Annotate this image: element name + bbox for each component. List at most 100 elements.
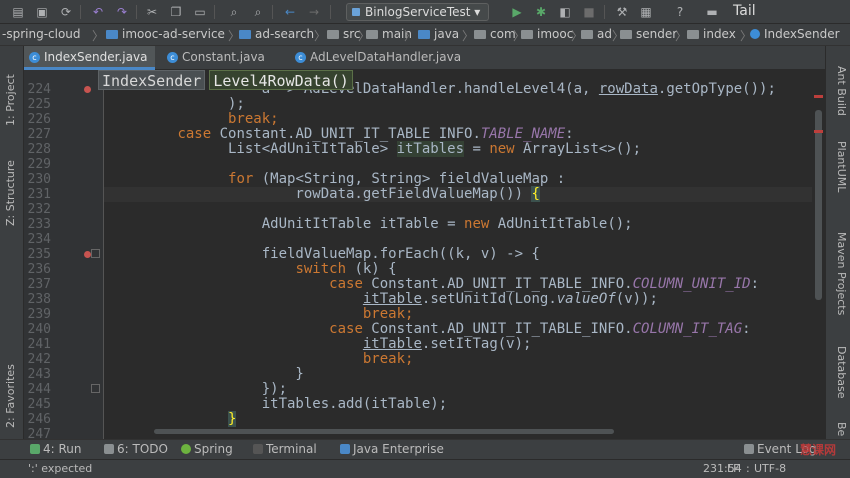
horizontal-scrollbar[interactable] <box>104 428 812 436</box>
debug-icon[interactable]: ✱ <box>533 4 549 20</box>
scrollbar-thumb[interactable] <box>154 429 614 434</box>
tool-tab-structure[interactable]: Z: Structure <box>4 160 17 226</box>
tool-tab-bean[interactable]: Be <box>835 422 848 436</box>
tool-tab-ant-build[interactable]: Ant Build <box>835 66 848 116</box>
breadcrumb-item[interactable]: -spring-cloud <box>2 27 81 41</box>
stop-icon[interactable]: ■ <box>581 4 597 20</box>
line-number: 240 <box>27 322 51 337</box>
fold-icon[interactable] <box>91 249 100 258</box>
fold-icon[interactable] <box>91 384 100 393</box>
scrollbar-thumb[interactable] <box>815 110 822 300</box>
watermark-text: 慧课网 <box>800 443 837 457</box>
breadcrumb-item[interactable]: ad-search <box>239 27 314 41</box>
breadcrumb-item[interactable]: imooc <box>521 27 573 41</box>
sdk-icon[interactable]: ▦ <box>638 4 654 20</box>
code-line: switch (k) { <box>295 261 397 277</box>
undo-icon[interactable]: ↶ <box>90 4 106 20</box>
line-number: 233 <box>27 217 51 232</box>
chevron-down-icon: ▾ <box>474 5 481 19</box>
tool-tab-terminal[interactable]: Terminal <box>253 442 317 456</box>
breadcrumb-item[interactable]: java <box>418 27 459 41</box>
hint-method[interactable]: Level4RowData() <box>209 70 353 90</box>
line-number: 243 <box>27 367 51 382</box>
save-icon[interactable]: ▣ <box>34 4 50 20</box>
tool-tab-maven[interactable]: Maven Projects <box>835 232 848 315</box>
terminal-icon <box>253 444 263 454</box>
code-line: break; <box>362 351 414 367</box>
sync-icon[interactable]: ⟳ <box>58 4 74 20</box>
run-icon[interactable]: ▶ <box>509 4 525 20</box>
copy-icon[interactable]: ❐ <box>168 4 184 20</box>
back-icon[interactable]: ← <box>282 4 298 20</box>
tool-tab-database[interactable]: Database <box>835 346 848 399</box>
line-number-gutter[interactable]: 224 225 226 227 228 229 230 231 232 233 … <box>24 70 104 442</box>
line-number: 238 <box>27 292 51 307</box>
project-structure-icon[interactable]: ⚒ <box>614 4 630 20</box>
run-configuration-select[interactable]: BinlogServiceTest ▾ <box>346 3 490 21</box>
tool-tab-java-enterprise[interactable]: Java Enterprise <box>340 442 444 456</box>
tool-tab-plantuml[interactable]: PlantUML <box>835 141 848 192</box>
tab-indexsender[interactable]: c IndexSender.java <box>24 46 156 70</box>
code-line: itTables.add(itTable); <box>110 396 448 412</box>
find-icon[interactable]: ⌕ <box>226 4 242 20</box>
class-icon: c <box>295 52 306 63</box>
error-marker[interactable] <box>814 130 823 133</box>
main-toolbar: ▤ ▣ ⟳ ↶ ↷ ✂ ❐ ▭ ⌕ ⌕ ← → BinlogServiceTes… <box>0 0 850 24</box>
redo-icon[interactable]: ↷ <box>114 4 130 20</box>
tool-tab-todo[interactable]: 6: TODO <box>104 442 168 456</box>
status-bar: ':' expected 231:54 LF : UTF-8 <box>0 459 850 478</box>
paste-icon[interactable]: ▭ <box>192 4 208 20</box>
line-number: 241 <box>27 337 51 352</box>
coverage-icon[interactable]: ◧ <box>557 4 573 20</box>
code-line: List<AdUnitItTable> itTables = new Array… <box>110 141 642 157</box>
line-number: 234 <box>27 232 51 247</box>
lambda-breakpoint-icon[interactable] <box>84 86 91 93</box>
replace-icon[interactable]: ⌕ <box>250 4 266 20</box>
code-line: break; <box>110 111 279 127</box>
breadcrumb-item[interactable]: index <box>687 27 736 41</box>
status-message: ':' expected <box>28 462 93 475</box>
open-icon[interactable]: ▤ <box>10 4 26 20</box>
breadcrumb-item[interactable]: sender <box>620 27 677 41</box>
file-encoding[interactable]: UTF-8 <box>754 462 786 475</box>
event-log-icon <box>744 444 754 454</box>
line-number: 226 <box>27 112 51 127</box>
code-line: itTable.setItTag(v); <box>362 336 532 352</box>
breadcrumb-item[interactable]: src <box>327 27 361 41</box>
tool-tab-run[interactable]: 4: Run <box>30 442 82 456</box>
line-number: 245 <box>27 397 51 412</box>
breadcrumb-item[interactable]: imooc-ad-service <box>106 27 225 41</box>
line-number: 232 <box>27 202 51 217</box>
code-line: for (Map<String, String> fieldValueMap : <box>228 171 566 187</box>
code-editor[interactable]: a -> AdLevelDataHandler.handleLevel4(a, … <box>104 70 825 439</box>
error-marker[interactable] <box>814 95 823 98</box>
line-number: 224 <box>27 82 51 97</box>
line-number: 239 <box>27 307 51 322</box>
right-tool-bar: Ant Build PlantUML Maven Projects Databa… <box>825 46 850 439</box>
breadcrumb-item[interactable]: IndexSender <box>750 27 840 41</box>
tool-tab-spring[interactable]: Spring <box>181 442 233 456</box>
line-separator[interactable]: LF <box>727 462 739 475</box>
lambda-breakpoint-icon[interactable] <box>84 251 91 258</box>
code-line: case Constant.AD_UNIT_IT_TABLE_INFO.COLU… <box>329 321 751 337</box>
terminal-icon[interactable]: ▬ <box>704 4 720 20</box>
java-enterprise-icon <box>340 444 350 454</box>
code-line: case Constant.AD_UNIT_IT_TABLE_INFO.TABL… <box>177 126 574 142</box>
breadcrumb-item[interactable]: com <box>474 27 516 41</box>
line-number: 229 <box>27 157 51 172</box>
tab-constant[interactable]: c Constant.java <box>162 46 273 70</box>
help-icon[interactable]: ? <box>672 4 688 20</box>
tail-label[interactable]: Tail <box>733 3 756 19</box>
run-icon <box>30 444 40 454</box>
spring-icon <box>181 444 191 454</box>
tab-adleveldatahandler[interactable]: c AdLevelDataHandler.java <box>290 46 469 70</box>
tool-tab-project[interactable]: 1: Project <box>4 74 17 126</box>
hint-class[interactable]: IndexSender <box>98 70 206 90</box>
code-line: break; <box>362 306 414 322</box>
line-number: 231 <box>27 187 51 202</box>
forward-icon[interactable]: → <box>306 4 322 20</box>
cut-icon[interactable]: ✂ <box>144 4 160 20</box>
tool-tab-favorites[interactable]: 2: Favorites <box>4 364 17 428</box>
code-line: rowData.getFieldValueMap()) { <box>110 186 540 202</box>
breadcrumb-item[interactable]: ad <box>581 27 612 41</box>
